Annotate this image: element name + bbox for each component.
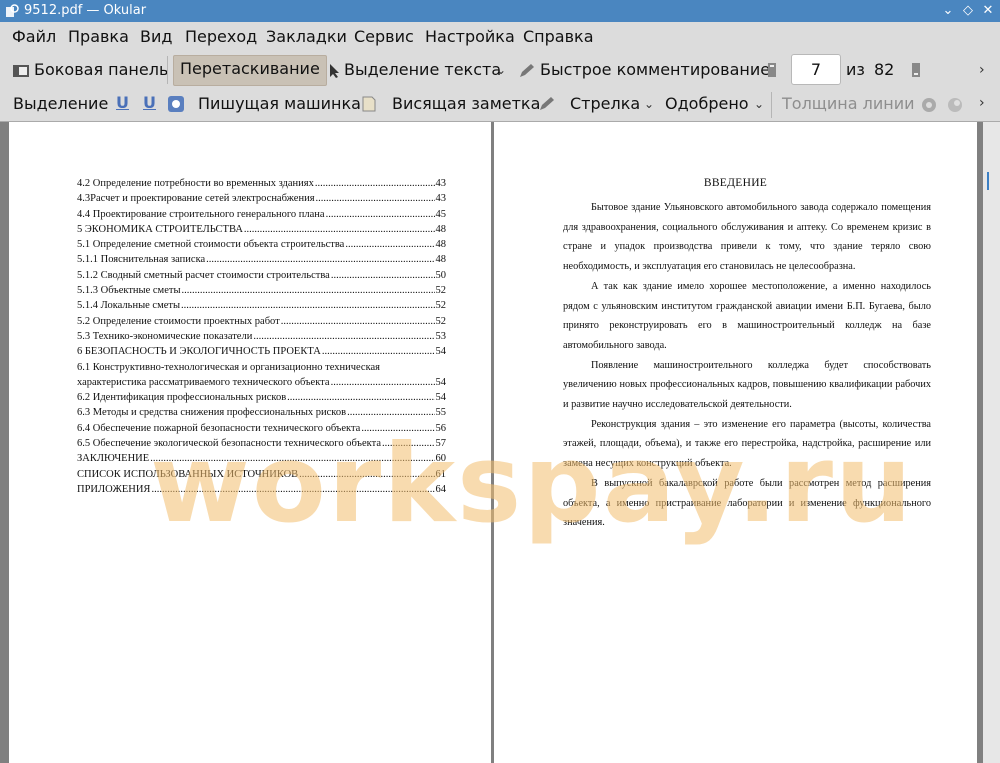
menu-bookmarks[interactable]: Закладки xyxy=(266,27,347,46)
toc-entry-line: 6.1 Конструктивно-технологическая и орга… xyxy=(77,361,381,373)
pdf-page-left: 4.2 Определение потребности во временных… xyxy=(9,122,491,763)
drag-tool-label: Перетаскивание xyxy=(180,59,320,78)
window-title: 9512.pdf — Okular xyxy=(24,3,147,18)
vertical-scrollbar[interactable] xyxy=(983,122,1000,763)
title-bar: 9512.pdf — Okular ⌄ ◇ ✕ xyxy=(0,0,1000,22)
stamp-button[interactable]: Одобрено xyxy=(665,94,749,113)
toolbar-separator xyxy=(167,56,168,84)
toc-entry: характеристика рассматриваемого техничес… xyxy=(77,377,446,392)
maximize-icon[interactable]: ◇ xyxy=(960,3,976,19)
menu-bar: Файл Правка Вид Переход Закладки Сервис … xyxy=(0,22,1000,50)
okular-app-icon xyxy=(6,4,19,17)
page-number-input[interactable]: 7 xyxy=(791,54,841,85)
page-of-label: из xyxy=(846,60,865,79)
typewriter-button[interactable]: Пишущая машинка xyxy=(198,94,361,113)
menu-help[interactable]: Справка xyxy=(523,27,594,46)
toc-entry: 6.2 Идентификация профессиональных риско… xyxy=(77,392,446,407)
intro-paragraph: Реконструкция здания – это изменение его… xyxy=(563,418,931,470)
menu-settings[interactable]: Настройка xyxy=(425,27,515,46)
toolbar-overflow-icon[interactable]: › xyxy=(979,62,985,78)
menu-go[interactable]: Переход xyxy=(185,27,257,46)
text-select-label: Выделение текста xyxy=(344,60,502,79)
menu-view[interactable]: Вид xyxy=(140,27,172,46)
drag-tool-button[interactable]: Перетаскивание xyxy=(173,55,327,86)
highlighter-icon[interactable] xyxy=(538,96,556,112)
quick-comment-button[interactable]: Быстрое комментирование xyxy=(518,60,770,79)
menu-file[interactable]: Файл xyxy=(12,27,56,46)
chevron-down-icon[interactable]: ⌄ xyxy=(496,63,506,77)
toc-entry: 5 ЭКОНОМИКА СТРОИТЕЛЬСТВА48 xyxy=(77,224,446,239)
menu-edit[interactable]: Правка xyxy=(68,27,129,46)
pdf-page-right: ВВЕДЕНИЕ Бытовое здание Ульяновского авт… xyxy=(494,122,977,763)
opacity-icon[interactable] xyxy=(946,96,964,114)
toc-entry: 4.3Расчет и проектирование сетей электро… xyxy=(77,193,446,208)
intro-body: Бытовое здание Ульяновского автомобильно… xyxy=(563,198,931,533)
arrow-tool-button[interactable]: Стрелка xyxy=(570,94,640,113)
close-icon[interactable]: ✕ xyxy=(980,3,996,19)
annotation-toolbar: Выделение U U Пишущая машинка Висящая за… xyxy=(0,88,1000,122)
toc-entry: 4.4 Проектирование строительного генерал… xyxy=(77,209,446,224)
toolbar-separator xyxy=(771,92,772,118)
toc-entry: ПРИЛОЖЕНИЯ64 xyxy=(77,484,446,499)
page-total: 82 xyxy=(874,60,895,79)
squiggle-underline-icon[interactable]: U xyxy=(143,93,156,112)
color-icon[interactable] xyxy=(920,96,938,114)
cursor-icon xyxy=(330,63,339,78)
line-width-button[interactable]: Толщина линии xyxy=(782,94,915,113)
underline-icon[interactable]: U xyxy=(116,93,129,112)
sidebar-button-label: Боковая панель xyxy=(34,60,169,79)
intro-paragraph: В выпускной бакалаврской работе были рас… xyxy=(563,477,931,529)
pen-icon xyxy=(520,63,534,77)
toc-entry: 5.1.4 Локальные сметы52 xyxy=(77,300,446,315)
intro-paragraph: Появление машиностроительного колледжа б… xyxy=(563,359,931,411)
page-up-icon[interactable] xyxy=(767,62,777,78)
toolbar-overflow-icon[interactable]: › xyxy=(979,95,985,111)
toc-entry: 5.3 Технико-экономические показатели53 xyxy=(77,331,446,346)
text-select-button[interactable]: Выделение текста xyxy=(328,60,501,79)
table-of-contents: 4.2 Определение потребности во временных… xyxy=(77,178,446,499)
intro-paragraph: А так как здание имело хорошее местополо… xyxy=(563,280,931,351)
chevron-down-icon[interactable]: ⌄ xyxy=(644,97,654,111)
quick-comment-label: Быстрое комментирование xyxy=(540,60,771,79)
toc-entry: 6.3 Методы и средства снижения профессио… xyxy=(77,407,446,422)
intro-paragraph: Бытовое здание Ульяновского автомобильно… xyxy=(563,202,931,273)
toc-entry: СПИСОК ИСПОЛЬЗОВАННЫХ ИСТОЧНИКОВ61 xyxy=(77,469,446,484)
toc-entry: 5.1 Определение сметной стоимости объект… xyxy=(77,239,446,254)
document-view[interactable]: 4.2 Определение потребности во временных… xyxy=(0,122,1000,763)
strikeout-icon[interactable] xyxy=(167,95,185,113)
minimize-icon[interactable]: ⌄ xyxy=(940,3,956,19)
toc-entry: 6 БЕЗОПАСНОСТЬ И ЭКОЛОГИЧНОСТЬ ПРОЕКТА54 xyxy=(77,346,446,361)
toc-entry: 6.4 Обеспечение пожарной безопасности те… xyxy=(77,423,446,438)
toc-entry: 5.1.2 Сводный сметный расчет стоимости с… xyxy=(77,270,446,285)
sidebar-button[interactable]: Боковая панель xyxy=(12,60,168,79)
toc-entry: 5.1.3 Объектные сметы52 xyxy=(77,285,446,300)
toc-entry: 5.2 Определение стоимости проектных рабо… xyxy=(77,316,446,331)
toc-entry: 4.2 Определение потребности во временных… xyxy=(77,178,446,193)
toc-entry: 5.1.1 Пояснительная записка48 xyxy=(77,254,446,269)
toc-entry: ЗАКЛЮЧЕНИЕ60 xyxy=(77,453,446,468)
selection-label[interactable]: Выделение xyxy=(13,94,108,113)
menu-tools[interactable]: Сервис xyxy=(354,27,414,46)
page-down-icon[interactable] xyxy=(911,62,921,78)
toc-entry: 6.5 Обеспечение экологической безопаснос… xyxy=(77,438,446,453)
sidebar-icon xyxy=(13,64,29,77)
note-icon[interactable] xyxy=(362,96,376,112)
main-toolbar: Боковая панель Перетаскивание Выделение … xyxy=(0,50,1000,88)
chevron-down-icon[interactable]: ⌄ xyxy=(754,97,764,111)
intro-title: ВВЕДЕНИЕ xyxy=(703,177,768,189)
scrollbar-thumb[interactable] xyxy=(987,172,989,190)
hanging-note-button[interactable]: Висящая заметка xyxy=(392,94,540,113)
